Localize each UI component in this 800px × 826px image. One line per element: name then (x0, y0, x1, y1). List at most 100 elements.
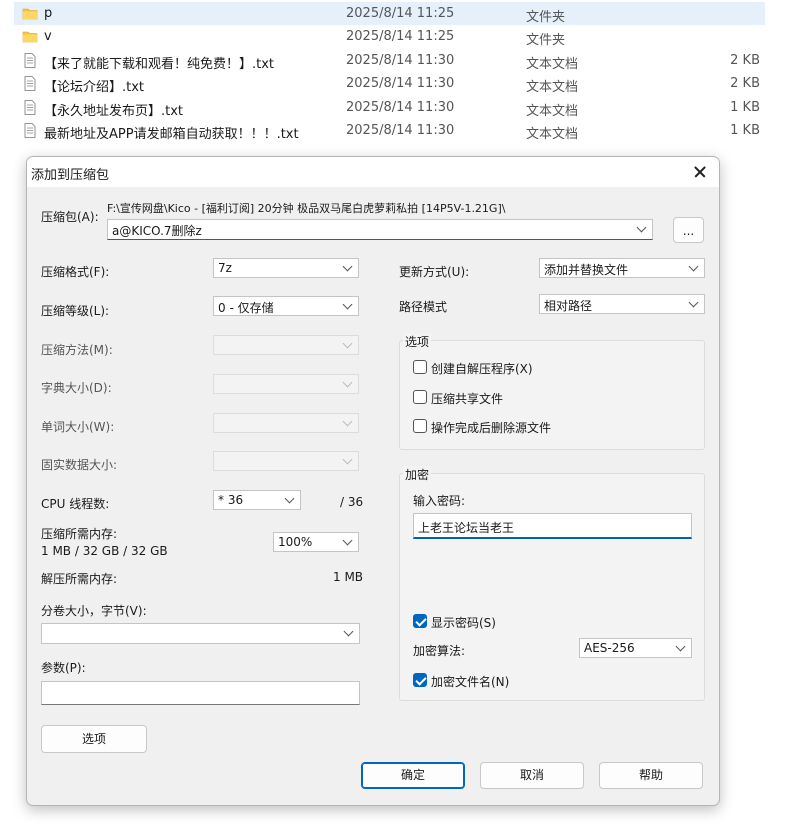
archive-label: 压缩包(A): (41, 210, 99, 224)
level-value: 0 - 仅存储 (218, 301, 274, 315)
chevron-down-icon (342, 535, 353, 546)
file-row-txt-4[interactable]: 最新地址及APP请发邮箱自动获取！！！.txt 2025/8/14 11:30 … (14, 119, 765, 142)
solid-combo[interactable] (213, 451, 359, 471)
encrypt-names-label: 加密文件名(N) (431, 675, 510, 689)
sfx-label: 创建自解压程序(X) (431, 362, 533, 376)
mem-percent-combo[interactable]: 100% (273, 532, 359, 552)
password-value: 上老王论坛当老王 (418, 521, 515, 535)
show-password-checkbox[interactable] (413, 614, 427, 628)
update-mode-value: 添加并替换文件 (544, 263, 629, 277)
file-size: 1 KB (730, 123, 760, 138)
file-name: 最新地址及APP请发邮箱自动获取！！！.txt (44, 127, 299, 142)
dict-label: 字典大小(D): (41, 381, 112, 395)
file-name: p (44, 6, 53, 21)
file-type: 文本文档 (526, 80, 579, 95)
chevron-down-icon (342, 416, 353, 427)
solid-label: 固实数据大小: (41, 458, 118, 472)
shared-label: 压缩共享文件 (431, 392, 504, 406)
threads-total: / 36 (340, 495, 364, 509)
path-mode-label: 路径模式 (399, 300, 448, 314)
update-mode-label: 更新方式(U): (399, 265, 470, 279)
chevron-down-icon (342, 261, 353, 272)
browse-button[interactable]: ... (673, 217, 704, 243)
ok-button[interactable]: 确定 (361, 762, 465, 789)
options-button[interactable]: 选项 (41, 725, 147, 753)
file-size: 2 KB (730, 76, 760, 91)
encryption-group-title: 加密 (403, 466, 432, 483)
delete-after-label: 操作完成后删除源文件 (431, 421, 552, 435)
mem-compress-label: 压缩所需内存: (41, 527, 118, 541)
dialog-title: 添加到压缩包 (31, 168, 110, 183)
chevron-down-icon (284, 493, 295, 504)
shared-checkbox[interactable] (413, 390, 427, 404)
text-file-icon (24, 76, 36, 91)
folder-icon (22, 8, 38, 20)
word-combo[interactable] (213, 413, 359, 433)
params-label: 参数(P): (41, 661, 86, 675)
file-row-txt-1[interactable]: 【来了就能下载和观看！纯免费！】.txt 2025/8/14 11:30 文本文… (14, 49, 765, 72)
format-combo[interactable]: 7z (213, 258, 359, 278)
split-combo[interactable] (41, 623, 360, 644)
file-row-txt-2[interactable]: 【论坛介绍】.txt 2025/8/14 11:30 文本文档 2 KB (14, 72, 765, 95)
options-group-title: 选项 (403, 333, 432, 350)
split-label: 分卷大小，字节(V): (41, 604, 147, 618)
chevron-down-icon (688, 261, 699, 272)
chevron-down-icon (342, 299, 353, 310)
format-label: 压缩格式(F): (41, 265, 110, 279)
dict-combo[interactable] (213, 374, 359, 394)
method-combo[interactable] (213, 335, 359, 355)
path-mode-value: 相对路径 (544, 299, 593, 313)
archive-name-combo[interactable]: a@KICO.7删除z (107, 219, 653, 240)
level-label: 压缩等级(L): (41, 304, 110, 318)
text-file-icon (24, 123, 36, 138)
file-row-txt-3[interactable]: 【永久地址发布页】.txt 2025/8/14 11:30 文本文档 1 KB (14, 96, 765, 119)
file-size: 2 KB (730, 53, 760, 68)
file-date: 2025/8/14 11:25 (346, 29, 455, 44)
chevron-down-icon (675, 641, 686, 652)
sfx-checkbox[interactable] (413, 360, 427, 374)
password-input[interactable]: 上老王论坛当老王 (413, 513, 692, 539)
archive-name-value: a@KICO.7删除z (112, 224, 202, 238)
text-file-icon (24, 100, 36, 115)
delete-after-checkbox[interactable] (413, 419, 427, 433)
file-name: 【论坛介绍】.txt (44, 80, 145, 95)
file-row-v[interactable]: v 2025/8/14 11:25 文件夹 (14, 25, 765, 48)
mem-decompress-value: 1 MB (333, 570, 364, 584)
method-label: 压缩方法(M): (41, 343, 113, 357)
encryption-method-value: AES-256 (584, 641, 635, 655)
help-button[interactable]: 帮助 (599, 762, 703, 789)
file-date: 2025/8/14 11:30 (346, 53, 455, 68)
update-mode-combo[interactable]: 添加并替换文件 (539, 258, 705, 278)
level-combo[interactable]: 0 - 仅存储 (213, 296, 359, 316)
file-size: 1 KB (730, 100, 760, 115)
encrypt-names-checkbox[interactable] (413, 673, 427, 687)
archive-path: F:\宣传网盘\Kico - [福利订阅] 20分钟 极品双马尾白虎萝莉私拍 [… (107, 202, 506, 215)
file-date: 2025/8/14 11:30 (346, 123, 455, 138)
params-input[interactable] (41, 681, 360, 705)
file-type: 文件夹 (526, 33, 566, 48)
file-date: 2025/8/14 11:25 (346, 6, 455, 21)
text-file-icon (24, 53, 36, 68)
path-mode-combo[interactable]: 相对路径 (539, 294, 705, 314)
close-icon[interactable] (679, 157, 719, 187)
threads-combo[interactable]: * 36 (213, 490, 301, 510)
file-type: 文本文档 (526, 127, 579, 142)
file-row-p[interactable]: p 2025/8/14 11:25 文件夹 (14, 2, 765, 25)
file-type: 文本文档 (526, 104, 579, 119)
show-password-label: 显示密码(S) (431, 616, 496, 630)
folder-icon (22, 31, 38, 43)
cancel-button[interactable]: 取消 (480, 762, 584, 789)
file-type: 文件夹 (526, 10, 566, 25)
file-name: v (44, 29, 52, 44)
chevron-down-icon (342, 454, 353, 465)
dialog-titlebar[interactable]: 添加到压缩包 (27, 157, 719, 187)
file-date: 2025/8/14 11:30 (346, 76, 455, 91)
word-label: 单词大小(W): (41, 420, 115, 434)
mem-compress-value: 1 MB / 32 GB / 32 GB (41, 544, 168, 558)
chevron-down-icon (342, 377, 353, 388)
format-value: 7z (218, 261, 232, 275)
mem-decompress-label: 解压所需内存: (41, 572, 118, 586)
encryption-method-combo[interactable]: AES-256 (579, 638, 692, 658)
password-label: 输入密码: (413, 494, 466, 508)
threads-label: CPU 线程数: (41, 497, 110, 511)
